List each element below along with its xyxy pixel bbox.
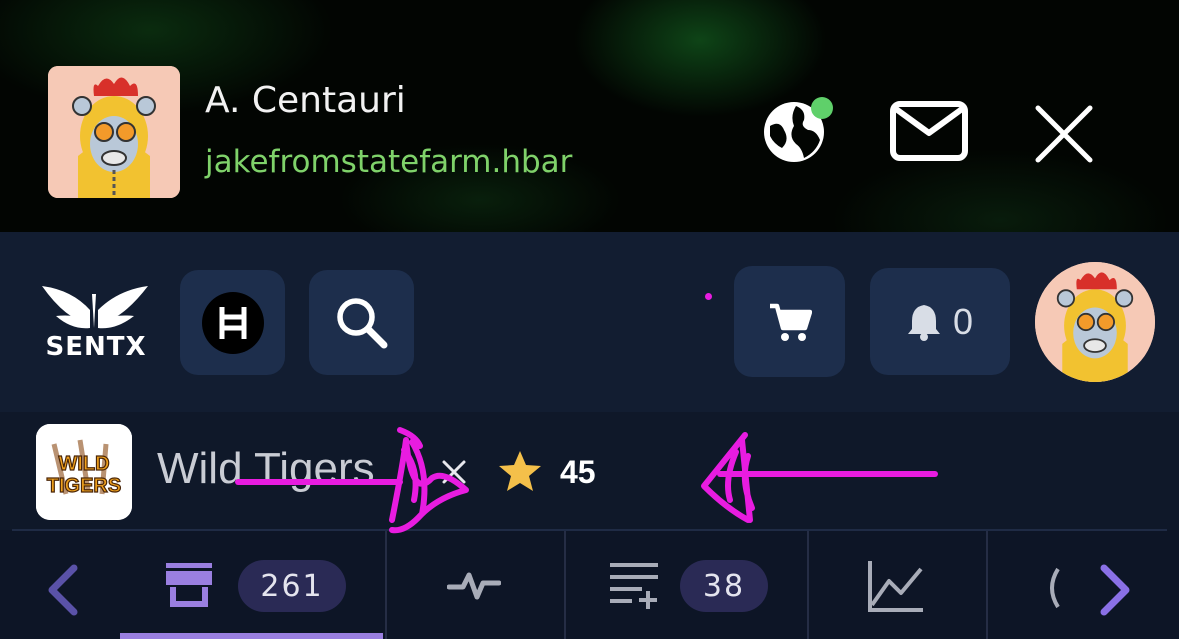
close-icon[interactable] [1034,104,1094,164]
storefront-icon [166,563,212,607]
moth-logo-icon [42,286,148,329]
cart-icon [769,303,812,341]
user-avatar[interactable] [1035,262,1155,382]
notification-count: 0 [952,300,974,342]
hedera-icon [201,291,264,354]
chicken-monkey-avatar-image [48,66,180,198]
tab-lists[interactable]: 38 [566,531,807,639]
chevron-left-icon[interactable] [44,564,80,616]
playlist-add-icon [610,563,658,609]
activity-pulse-icon [447,572,501,600]
lists-count-badge: 38 [680,560,768,612]
annotation-dot [705,293,712,300]
close-icon[interactable] [438,456,470,488]
favorites-count: 45 [560,454,596,490]
bell-icon [907,304,940,341]
profile-name: A. Centauri [205,80,406,121]
notifications-button[interactable]: 0 [870,268,1010,375]
chart-line-icon [868,561,923,612]
cart-button[interactable] [734,266,845,377]
profile-avatar[interactable] [48,66,180,198]
tab-stats[interactable] [809,531,986,639]
svg-text:TIGERS: TIGERS [47,475,121,497]
wild-tigers-logo: WILD TIGERS [36,424,132,520]
tab-listings[interactable]: 261 [120,531,383,639]
active-tab-indicator [120,633,383,639]
hedera-network-button[interactable] [180,270,285,375]
mail-icon[interactable] [890,101,968,161]
partial-tab-icon [1050,567,1060,609]
collection-name: Wild Tigers [157,444,375,493]
listings-count-badge: 261 [238,560,346,612]
sentx-logo[interactable]: SENTX [36,280,154,362]
chicken-monkey-avatar-image [1035,262,1155,382]
online-status-dot [811,97,833,119]
search-button[interactable] [309,270,414,375]
svg-text:WILD: WILD [58,453,109,475]
tab-more[interactable] [988,531,1088,639]
globe-icon[interactable] [760,96,838,166]
search-icon [336,297,387,348]
chevron-right-icon[interactable] [1098,564,1134,616]
profile-handle[interactable]: jakefromstatefarm.hbar [205,144,572,180]
collection-logo[interactable]: WILD TIGERS [36,424,132,520]
tab-activity[interactable] [387,531,564,639]
star-icon[interactable] [497,449,543,493]
brand-name: SENTX [45,332,147,362]
